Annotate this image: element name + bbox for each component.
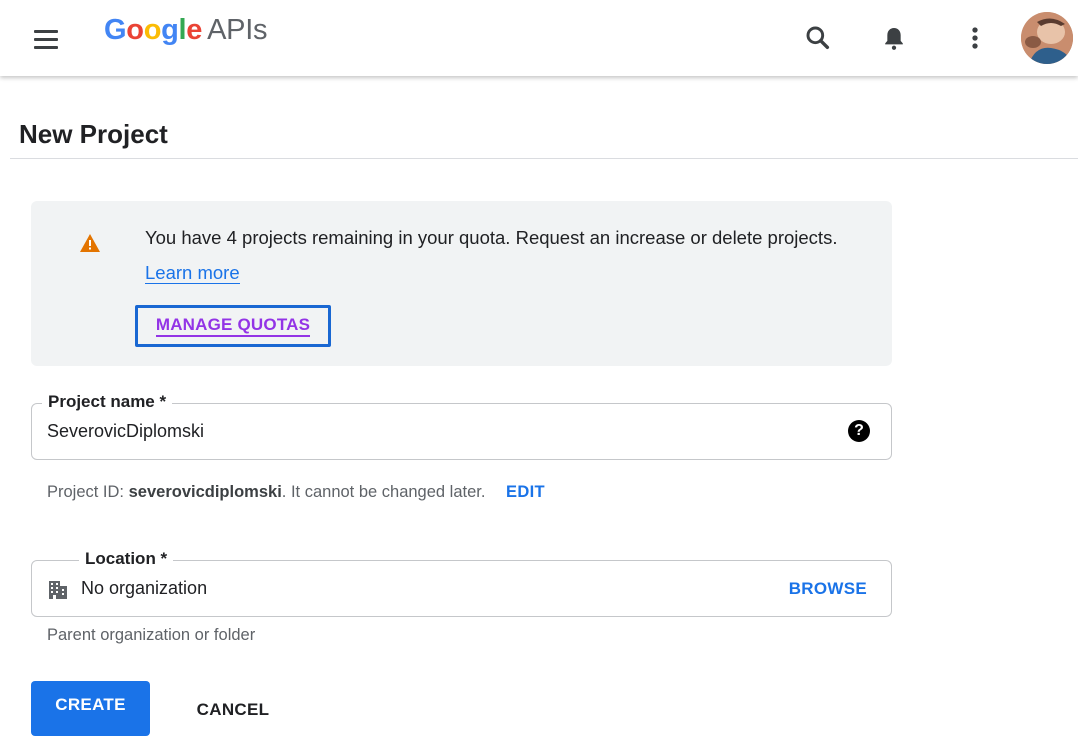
- project-id-prefix: Project ID:: [47, 483, 125, 501]
- help-icon[interactable]: ?: [848, 420, 870, 442]
- avatar[interactable]: [1021, 12, 1073, 64]
- google-apis-logo[interactable]: Google APIs: [104, 14, 267, 47]
- project-name-label: Project name *: [42, 390, 173, 414]
- page-title: New Project: [19, 119, 168, 150]
- location-label: Location *: [79, 547, 174, 571]
- project-name-input[interactable]: SeverovicDiplomski: [47, 421, 204, 442]
- edit-project-id-button[interactable]: EDIT: [506, 483, 545, 501]
- project-id-helper: Project ID: severovicdiplomski. It canno…: [47, 483, 545, 502]
- cancel-button[interactable]: CANCEL: [178, 690, 288, 730]
- browse-button[interactable]: BROWSE: [789, 579, 867, 599]
- google-wordmark: Google: [104, 14, 202, 46]
- project-name-field[interactable]: Project name * SeverovicDiplomski ?: [31, 390, 892, 460]
- logo-letter: g: [161, 14, 179, 46]
- project-id-value: severovicdiplomski: [128, 483, 282, 501]
- logo-apis-text: APIs: [207, 14, 268, 46]
- logo-letter: G: [104, 14, 127, 46]
- location-helper: Parent organization or folder: [47, 626, 256, 644]
- more-vert-icon[interactable]: [959, 22, 991, 54]
- quota-message: You have 4 projects remaining in your qu…: [145, 227, 838, 248]
- create-button[interactable]: CREATE: [31, 681, 150, 736]
- logo-letter: o: [126, 14, 144, 46]
- bell-icon[interactable]: [878, 22, 910, 54]
- warning-icon: [79, 233, 101, 253]
- location-field[interactable]: Location * No organization BROWSE: [31, 547, 892, 617]
- title-divider: [10, 158, 1078, 159]
- quota-notice: You have 4 projects remaining in your qu…: [31, 201, 892, 366]
- building-icon: [47, 579, 69, 601]
- learn-more-link[interactable]: Learn more: [145, 262, 240, 284]
- manage-quotas-label: MANAGE QUOTAS: [155, 315, 311, 337]
- location-value: No organization: [81, 578, 208, 598]
- quota-notice-text: You have 4 projects remaining in your qu…: [145, 220, 845, 290]
- top-app-bar: Google APIs: [0, 0, 1078, 76]
- search-icon[interactable]: [802, 22, 834, 54]
- logo-letter: o: [143, 14, 162, 46]
- menu-icon[interactable]: [30, 24, 62, 56]
- logo-letter: e: [186, 14, 203, 46]
- project-id-suffix: . It cannot be changed later.: [281, 483, 486, 501]
- manage-quotas-button[interactable]: MANAGE QUOTAS: [135, 305, 331, 347]
